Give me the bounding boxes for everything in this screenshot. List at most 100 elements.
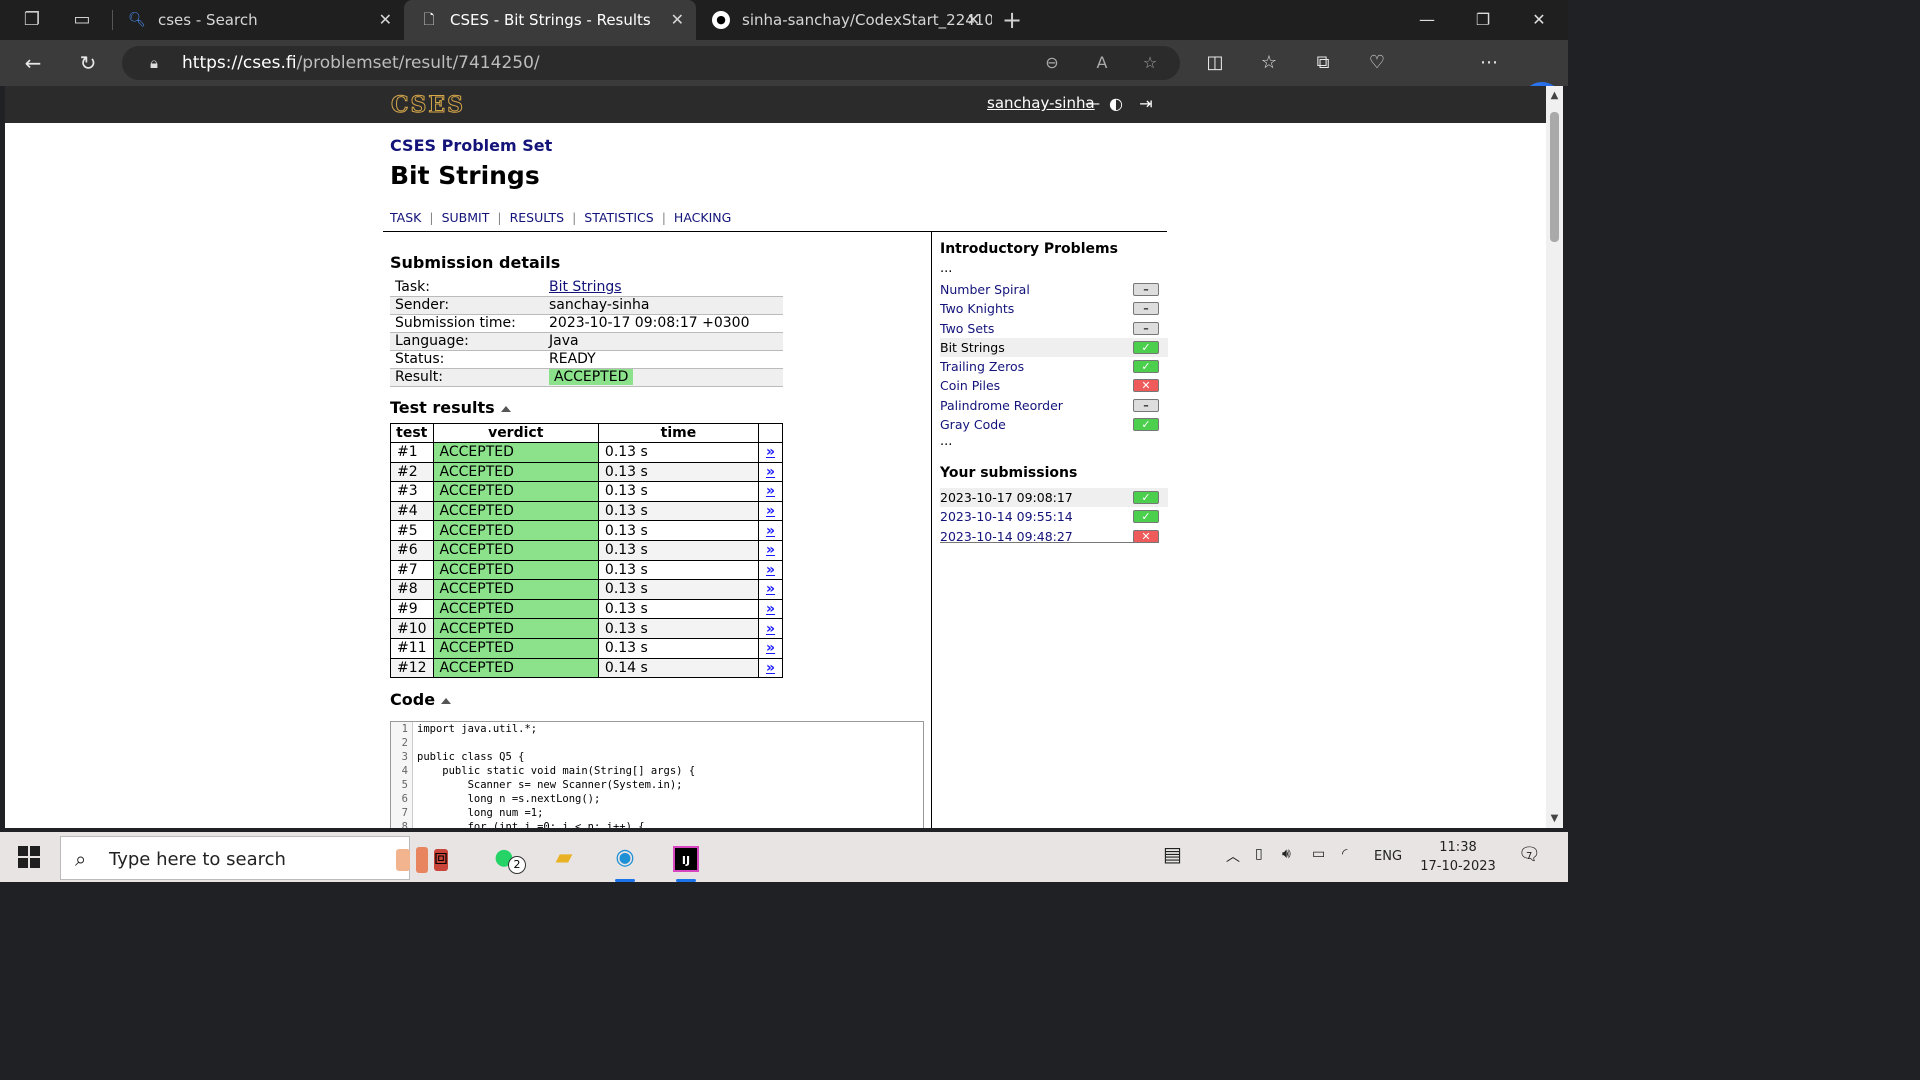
problem-item[interactable]: Palindrome Reorder – (940, 396, 1168, 415)
new-tab-icon[interactable]: + (1000, 8, 1024, 32)
test-details-link[interactable]: » (758, 559, 783, 581)
source-code[interactable]: import java.util.*; public class Q5 { pub… (417, 722, 695, 828)
more-options-icon[interactable]: ⋯ (1476, 50, 1502, 76)
tab-title: CSES - Bit Strings - Results (450, 11, 651, 29)
code-line: public class Q5 { (417, 751, 525, 763)
test-details-link[interactable]: » (758, 657, 783, 679)
address-bar[interactable]: 🔒︎ https://cses.fi/problemset/result/741… (122, 46, 1180, 80)
read-aloud-icon[interactable]: A (1092, 53, 1112, 73)
status-ok-icon: ✓ (1133, 510, 1159, 524)
zoom-out-icon[interactable]: ⊖ (1042, 53, 1062, 73)
clock[interactable]: 11:38 17-10-2023 (1418, 838, 1498, 876)
code-line: import java.util.*; (417, 723, 538, 735)
favorite-star-icon[interactable]: ☆ (1140, 53, 1160, 73)
problem-item[interactable]: Two Knights – (940, 299, 1168, 318)
nav-statistics[interactable]: STATISTICS (584, 210, 653, 225)
test-details-link[interactable]: » (758, 637, 783, 659)
cses-logo[interactable]: CSES (390, 92, 465, 119)
scrollbar-thumb[interactable] (1550, 112, 1559, 242)
tab-bit-strings-results[interactable]: 🗋 CSES - Bit Strings - Results ✕ (404, 0, 696, 40)
line-number: 3 (401, 751, 408, 763)
scroll-down-icon[interactable]: ▼ (1546, 813, 1563, 824)
submission-item[interactable]: 2023-10-17 09:08:17 ✓ (940, 488, 1168, 508)
task-link[interactable]: Bit Strings (549, 279, 622, 295)
problem-item[interactable]: Bit Strings ✓ (940, 337, 1168, 358)
logout-icon[interactable]: ⇥ (1137, 95, 1155, 113)
taskbar-search[interactable]: ⌕ Type here to search (60, 836, 448, 880)
favorites-icon[interactable]: ☆ (1256, 50, 1282, 76)
back-arrow-icon[interactable]: ← (20, 50, 46, 76)
intellij-icon[interactable]: IJ (668, 840, 704, 882)
collapse-triangle-icon[interactable] (441, 697, 452, 704)
problem-set-link[interactable]: CSES Problem Set (390, 136, 552, 155)
column-header-verdict: verdict (432, 423, 599, 443)
nav-task[interactable]: TASK (390, 210, 421, 225)
code-heading[interactable]: Code (390, 690, 452, 709)
test-details-link[interactable]: » (758, 461, 783, 483)
restore-icon[interactable]: ❐ (1455, 0, 1511, 40)
tab-cses-search[interactable]: 🔍︎ cses - Search ✕ (112, 0, 404, 40)
task-view-icon[interactable]: ⧈ (423, 840, 459, 876)
problem-item[interactable]: Number Spiral – (940, 280, 1168, 299)
submission-item[interactable]: 2023-10-14 09:48:27 ✕ (940, 527, 1168, 546)
theme-toggle-icon[interactable]: ◐ (1107, 95, 1125, 113)
show-hidden-icons[interactable]: ︿ (1226, 846, 1240, 866)
test-details-link[interactable]: » (758, 618, 783, 639)
test-details-link[interactable]: » (758, 539, 783, 561)
windows-start-icon[interactable] (18, 846, 40, 868)
page-scrollbar[interactable]: ▲ ▼ (1546, 86, 1563, 828)
file-explorer-icon[interactable]: ▰ (546, 840, 582, 876)
whatsapp-icon[interactable]: ● 2 (486, 840, 526, 876)
detail-value: sanchay-sinha (544, 296, 783, 315)
test-time: 0.13 s (597, 618, 760, 639)
edge-browser-icon[interactable]: ◉ (607, 840, 643, 882)
test-details-link[interactable]: » (758, 442, 783, 463)
submission-item[interactable]: 2023-10-14 09:55:14 ✓ (940, 507, 1168, 526)
close-tab-icon[interactable]: ✕ (379, 0, 392, 40)
search-icon: ⌕ (75, 847, 87, 871)
wifi-icon[interactable]: ◜ (1342, 846, 1347, 862)
lock-icon[interactable]: 🔒︎ (144, 53, 164, 73)
whatsapp-badge: 2 (508, 856, 526, 874)
minimize-icon[interactable]: — (1399, 0, 1455, 40)
test-details-link[interactable]: » (758, 579, 783, 600)
news-widget-icon[interactable]: ▤ (1163, 842, 1182, 866)
nav-submit[interactable]: SUBMIT (442, 210, 490, 225)
browser-essentials-icon[interactable]: ♡ (1364, 50, 1390, 76)
meet-now-icon[interactable]: ▯ (1255, 846, 1263, 862)
nav-hacking[interactable]: HACKING (674, 210, 731, 225)
collapse-triangle-icon[interactable] (500, 405, 511, 412)
battery-icon[interactable]: ▭ (1312, 846, 1325, 862)
problem-item[interactable]: Two Sets – (940, 319, 1168, 338)
workspaces-icon[interactable]: ❐ (20, 8, 44, 32)
test-details-link[interactable]: » (758, 520, 783, 541)
close-tab-icon[interactable]: ✕ (967, 0, 980, 40)
nav-results[interactable]: RESULTS (510, 210, 564, 225)
scroll-up-icon[interactable]: ▲ (1546, 90, 1563, 101)
close-window-icon[interactable]: ✕ (1511, 0, 1567, 40)
test-details-link[interactable]: » (758, 598, 783, 620)
url-text[interactable]: https://cses.fi/problemset/result/741425… (182, 46, 540, 80)
test-results-heading[interactable]: Test results (390, 398, 511, 417)
problem-item[interactable]: Coin Piles ✕ (940, 376, 1168, 395)
test-details-link[interactable]: » (758, 481, 783, 502)
problem-item[interactable]: Trailing Zeros ✓ (940, 357, 1168, 376)
problem-name: Coin Piles (940, 378, 1001, 394)
volume-icon[interactable]: 🔊︎ (1282, 846, 1291, 862)
vertical-tabs-icon[interactable]: ▭ (70, 8, 94, 32)
language-indicator[interactable]: ENG (1374, 849, 1402, 864)
column-header-test: test (390, 423, 434, 443)
clock-time: 11:38 (1439, 840, 1477, 855)
notification-icon[interactable]: 🗨︎ 7 (1518, 844, 1541, 865)
code-block[interactable]: 1 2 3 4 5 6 7 8 import java.util.*; public class… (390, 721, 924, 828)
tab-github[interactable]: ● sinha-sanchay/CodexStart_22410 ✕ (696, 0, 992, 40)
collections-icon[interactable]: ⧉ (1310, 50, 1336, 76)
split-screen-icon[interactable]: ◫ (1202, 50, 1228, 76)
test-details-link[interactable]: » (758, 500, 783, 522)
user-link[interactable]: sanchay-sinha (987, 94, 1095, 112)
problem-item[interactable]: Gray Code ✓ (940, 415, 1168, 434)
refresh-icon[interactable]: ↻ (75, 50, 101, 76)
test-number: #1 (390, 442, 434, 463)
test-time: 0.13 s (597, 637, 760, 659)
close-tab-icon[interactable]: ✕ (671, 0, 684, 40)
